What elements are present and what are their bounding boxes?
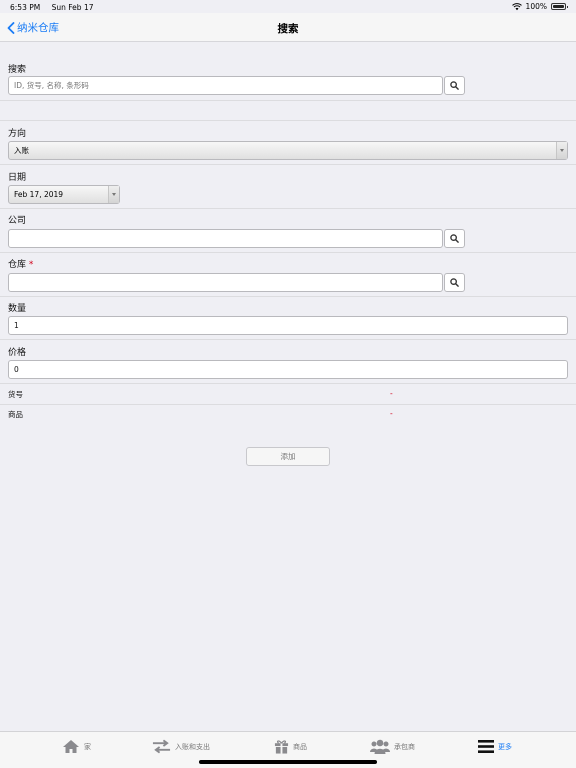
add-button[interactable]: 添加 — [246, 447, 330, 466]
search-label: 搜索 — [8, 65, 27, 75]
warehouse-label-text: 仓库 — [8, 260, 27, 270]
tab-label: 家 — [84, 742, 91, 751]
quantity-label: 数量 — [8, 304, 27, 314]
status-date: Sun Feb 17 — [51, 3, 94, 12]
divider — [0, 252, 576, 253]
direction-select[interactable]: 入账 — [8, 141, 568, 160]
wifi-icon — [511, 2, 522, 10]
divider — [0, 404, 576, 405]
price-label: 价格 — [8, 348, 27, 358]
divider — [0, 120, 576, 121]
status-time: 6:53 PM — [10, 3, 41, 12]
chevron-down-icon — [556, 142, 567, 159]
tab-transactions[interactable]: 入账和支出 — [152, 739, 210, 754]
status-left: 6:53 PM Sun Feb 17 — [10, 3, 93, 12]
gift-icon — [274, 740, 289, 754]
home-icon — [63, 740, 79, 753]
tab-label: 承包商 — [394, 742, 415, 751]
direction-value: 入账 — [14, 146, 29, 155]
divider — [0, 296, 576, 297]
status-right: 100% — [511, 2, 568, 11]
search-icon — [450, 278, 459, 287]
date-label: 日期 — [8, 173, 27, 183]
article-number-label: 货号 — [8, 390, 23, 399]
divider — [0, 208, 576, 209]
battery-icon — [551, 3, 568, 10]
home-indicator[interactable] — [199, 760, 377, 764]
tab-home[interactable]: 家 — [62, 739, 91, 754]
search-input[interactable] — [8, 76, 443, 95]
divider — [0, 164, 576, 165]
direction-label: 方向 — [8, 129, 27, 139]
tab-label: 更多 — [498, 742, 512, 751]
product-value: - — [390, 409, 393, 418]
search-icon — [450, 234, 459, 243]
status-bar: 6:53 PM Sun Feb 17 100% — [0, 0, 576, 13]
warehouse-input[interactable] — [8, 273, 443, 292]
tab-label: 入账和支出 — [175, 742, 210, 751]
quantity-input[interactable] — [8, 316, 568, 335]
nav-bar: 纳米仓库 搜索 — [0, 13, 576, 42]
required-mark: * — [28, 260, 34, 270]
date-select[interactable]: Feb 17, 2019 — [8, 185, 120, 204]
company-search-button[interactable] — [444, 229, 465, 248]
menu-icon — [478, 740, 494, 753]
company-label: 公司 — [8, 216, 27, 226]
tab-more[interactable]: 更多 — [478, 739, 512, 754]
divider — [0, 383, 576, 384]
chevron-down-icon — [108, 186, 119, 203]
page-title: 搜索 — [277, 23, 299, 35]
users-icon — [370, 739, 390, 754]
price-input[interactable] — [8, 360, 568, 379]
tab-products[interactable]: 商品 — [274, 739, 307, 754]
search-button[interactable] — [444, 76, 465, 95]
date-value: Feb 17, 2019 — [14, 190, 64, 199]
tab-contractors[interactable]: 承包商 — [370, 739, 415, 754]
transfer-arrows-icon — [152, 739, 171, 754]
divider — [0, 339, 576, 340]
search-icon — [450, 81, 459, 90]
warehouse-label: 仓库 * — [8, 257, 33, 270]
article-number-value: - — [390, 389, 393, 398]
battery-percent: 100% — [525, 2, 547, 11]
company-input[interactable] — [8, 229, 443, 248]
tab-label: 商品 — [293, 742, 307, 751]
divider — [0, 100, 576, 101]
product-label: 商品 — [8, 410, 23, 419]
warehouse-search-button[interactable] — [444, 273, 465, 292]
